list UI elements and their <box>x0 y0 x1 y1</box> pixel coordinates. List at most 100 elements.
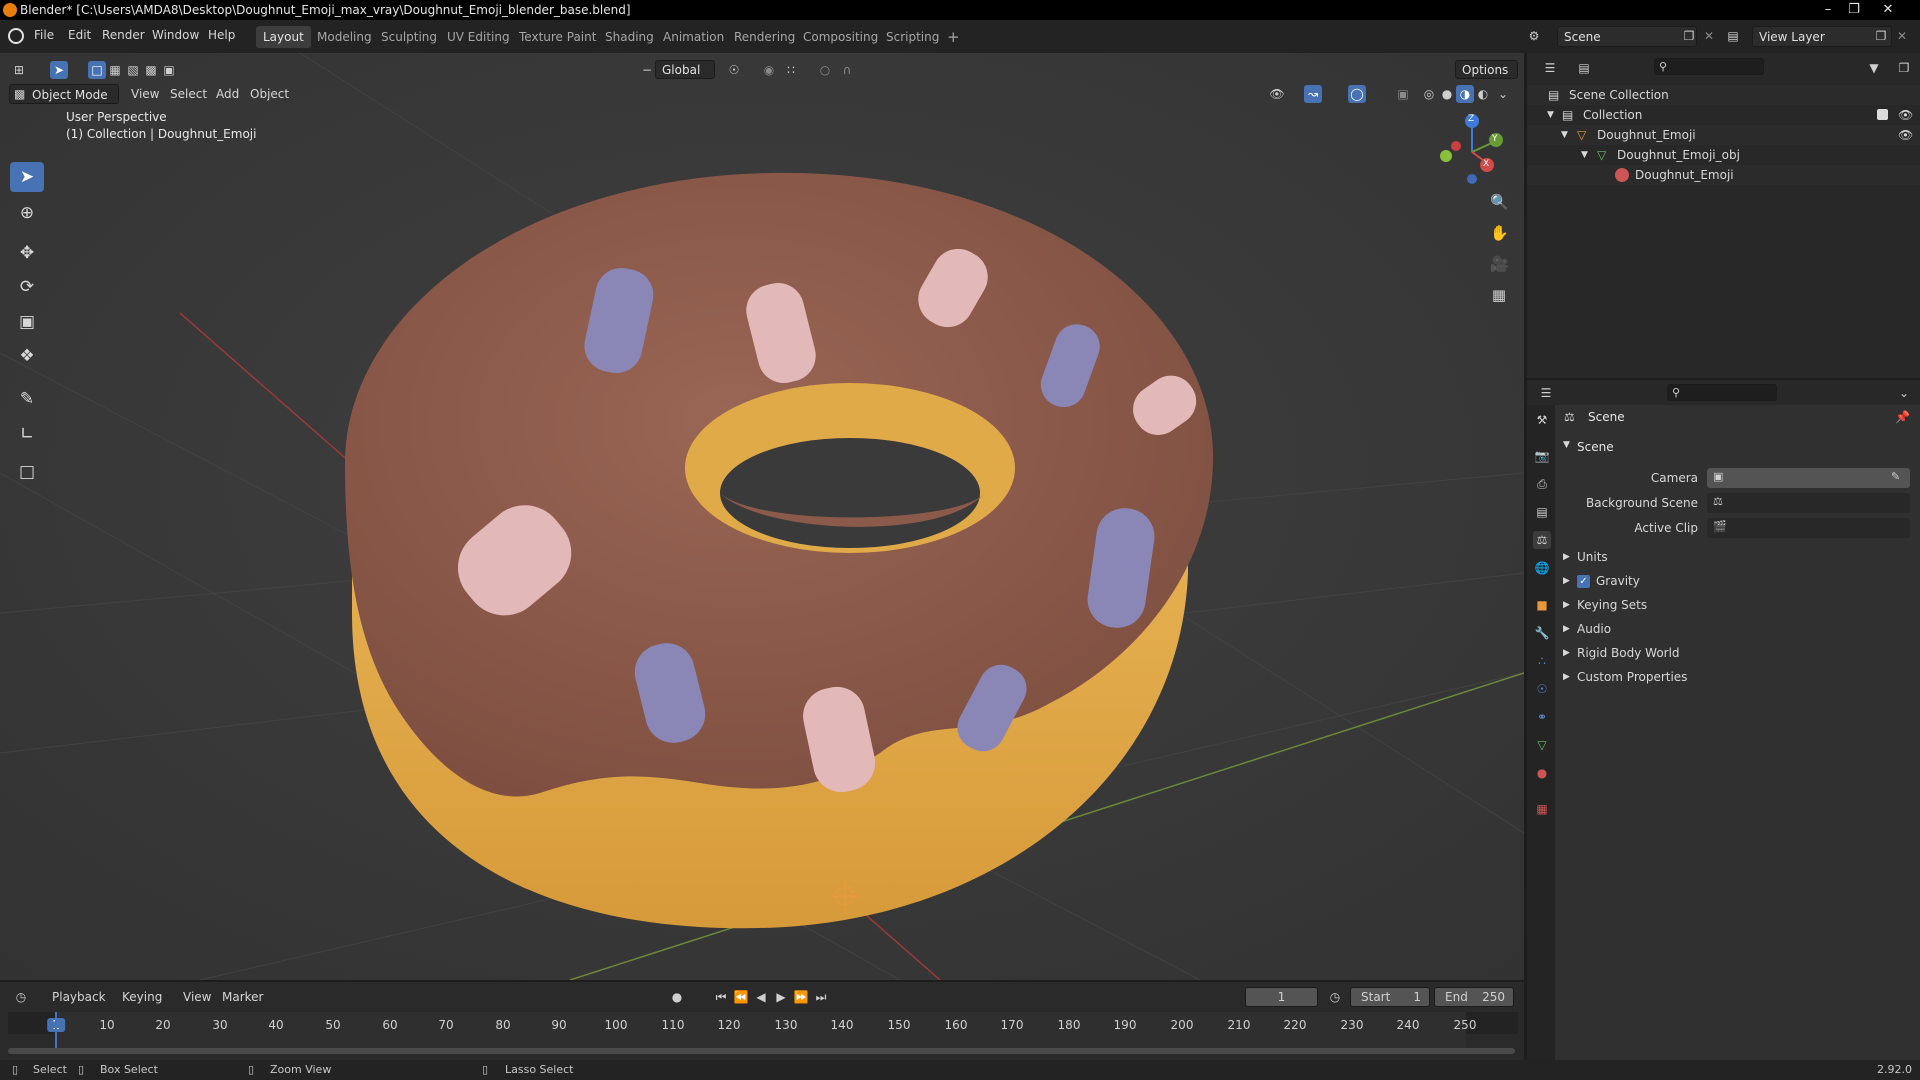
eyedropper-icon[interactable]: ✎ <box>1891 470 1900 483</box>
3d-viewport[interactable]: ⊞ ➤ □ ▦ ▧ ▩ ▣ − Global ☉ ◉ ∷ ○ ∩ Options… <box>0 53 1524 980</box>
playhead[interactable] <box>55 1012 57 1048</box>
select-subtract-icon[interactable]: ▧ <box>124 61 142 79</box>
jump-start-icon[interactable]: ⏮ <box>712 988 730 1006</box>
select-new-icon[interactable]: □ <box>88 61 106 79</box>
tab-animation[interactable]: Animation <box>656 26 731 48</box>
filter-icon[interactable]: ▼ <box>1865 59 1883 77</box>
outliner-search-input[interactable]: ⚲ <box>1654 58 1764 75</box>
particles-tab-icon[interactable]: ∴ <box>1533 652 1551 670</box>
camera-view-icon[interactable]: 🎥 <box>1490 255 1509 273</box>
scale-tool[interactable]: ▣ <box>10 307 44 337</box>
play-icon[interactable]: ▶ <box>772 988 790 1006</box>
move-tool[interactable]: ✥ <box>10 238 44 268</box>
outliner-row-mesh[interactable]: ▼ ▽ Doughnut_Emoji_obj <box>1527 145 1920 165</box>
start-frame-field[interactable]: Start 1 <box>1350 987 1430 1007</box>
viewport-menu-view[interactable]: View <box>131 87 159 101</box>
current-frame-field[interactable]: 1 <box>1245 987 1318 1007</box>
outliner-row-object[interactable]: ▼ ▽ Doughnut_Emoji 👁 <box>1527 125 1920 145</box>
new-scene-icon[interactable]: ❐ <box>1680 27 1698 45</box>
navigation-gizmo[interactable]: Z Y X <box>1432 108 1510 188</box>
tool-tab-icon[interactable]: ⚒ <box>1533 411 1551 429</box>
pivot-point-icon[interactable]: ☉ <box>725 61 743 79</box>
maximize-button[interactable]: ❐ <box>1841 0 1867 20</box>
measure-tool[interactable]: ∟ <box>10 419 44 449</box>
menu-file[interactable]: File <box>34 28 54 42</box>
editor-type-icon[interactable]: ⊞ <box>10 61 28 79</box>
display-mode-icon[interactable]: ▤ <box>1575 59 1593 77</box>
mode-dropdown[interactable]: ▩ Object Mode <box>9 84 119 104</box>
shading-wireframe-icon[interactable]: ◎ <box>1420 85 1438 103</box>
xray-toggle-icon[interactable]: ▣ <box>1394 85 1412 103</box>
menu-render[interactable]: Render <box>102 28 145 42</box>
menu-help[interactable]: Help <box>208 28 235 42</box>
orientation-dropdown[interactable]: Global <box>655 60 715 79</box>
shading-solid-icon[interactable]: ● <box>1438 85 1456 103</box>
panel-audio[interactable]: ▶ Audio <box>1563 622 1913 642</box>
panel-keying-sets[interactable]: ▶ Keying Sets <box>1563 598 1913 618</box>
auto-keying-icon[interactable]: ● <box>668 988 686 1006</box>
transform-orientation-icon[interactable]: − <box>638 61 656 79</box>
viewport-menu-object[interactable]: Object <box>250 87 289 101</box>
shading-options-icon[interactable]: ⌄ <box>1494 85 1512 103</box>
panel-custom-properties[interactable]: ▶ Custom Properties <box>1563 670 1913 690</box>
data-tab-icon[interactable]: ▽ <box>1533 736 1551 754</box>
active-clip-field[interactable]: 🎬 <box>1707 518 1910 538</box>
exclude-checkbox[interactable] <box>1877 109 1888 120</box>
viewport-menu-select[interactable]: Select <box>170 87 207 101</box>
options-dropdown[interactable]: Options <box>1455 60 1518 79</box>
select-tool-mode-icon[interactable]: ➤ <box>50 61 68 79</box>
object-tab-icon[interactable]: ■ <box>1533 596 1551 614</box>
material-tab-icon[interactable]: ● <box>1533 764 1551 782</box>
section-collapse-arrow-icon[interactable]: ▼ <box>1563 440 1570 450</box>
minimize-button[interactable]: – <box>1815 0 1841 20</box>
tab-uv-editing[interactable]: UV Editing <box>440 26 517 48</box>
transform-tool[interactable]: ❖ <box>10 341 44 371</box>
outliner-row-collection[interactable]: ▼ ▤ Collection 👁 <box>1527 105 1920 125</box>
texture-tab-icon[interactable]: ▦ <box>1533 800 1551 818</box>
scene-selector[interactable]: Scene <box>1557 26 1697 47</box>
pin-icon[interactable]: 📌 <box>1895 410 1910 424</box>
properties-options-icon[interactable]: ⌄ <box>1895 384 1913 402</box>
ortho-toggle-icon[interactable]: ▦ <box>1490 286 1508 304</box>
properties-editor-icon[interactable]: ☰ <box>1537 384 1555 402</box>
view-layer-icon[interactable]: ▤ <box>1724 27 1742 45</box>
delete-view-layer-icon[interactable]: ✕ <box>1893 27 1911 45</box>
background-scene-field[interactable]: ⚖ <box>1707 493 1910 513</box>
view-layer-selector[interactable]: View Layer <box>1752 26 1892 47</box>
add-cube-tool[interactable]: □ <box>10 457 44 487</box>
camera-field[interactable]: ▣ ✎ <box>1707 468 1910 488</box>
preview-range-icon[interactable]: ◷ <box>1326 988 1344 1006</box>
visibility-eye-icon[interactable]: 👁 <box>1898 105 1913 125</box>
gizmo-toggle-icon[interactable]: ↝ <box>1304 85 1322 103</box>
select-box-tool[interactable]: ➤ <box>10 162 44 192</box>
add-workspace-button[interactable]: + <box>940 26 967 48</box>
panel-rigid-body-world[interactable]: ▶ Rigid Body World <box>1563 646 1913 666</box>
new-collection-icon[interactable]: ❐ <box>1895 59 1913 77</box>
menu-window[interactable]: Window <box>152 28 199 42</box>
modifier-tab-icon[interactable]: 🔧 <box>1533 624 1551 642</box>
falloff-icon[interactable]: ∩ <box>838 61 856 79</box>
select-intersect-icon[interactable]: ▣ <box>160 61 178 79</box>
menu-edit[interactable]: Edit <box>68 28 91 42</box>
panel-gravity[interactable]: ▶ ✓ Gravity <box>1563 574 1913 594</box>
constraints-tab-icon[interactable]: ⚭ <box>1533 708 1551 726</box>
jump-end-icon[interactable]: ⏭ <box>812 988 830 1006</box>
timeline-menu-keying[interactable]: Keying <box>122 990 162 1004</box>
snap-target-icon[interactable]: ∷ <box>782 61 800 79</box>
outliner-row-scene-collection[interactable]: ▤ Scene Collection <box>1527 85 1920 105</box>
properties-search-input[interactable]: ⚲ <box>1667 384 1777 401</box>
jump-prev-keyframe-icon[interactable]: ⏪ <box>732 988 750 1006</box>
tab-texture-paint[interactable]: Texture Paint <box>512 26 603 48</box>
gravity-checkbox[interactable]: ✓ <box>1577 575 1590 588</box>
snap-icon[interactable]: ◉ <box>760 61 778 79</box>
select-invert-icon[interactable]: ▩ <box>142 61 160 79</box>
tab-rendering[interactable]: Rendering <box>727 26 802 48</box>
scene-section-header[interactable]: Scene <box>1577 440 1614 454</box>
delete-scene-icon[interactable]: ✕ <box>1700 27 1718 45</box>
timeline-menu-marker[interactable]: Marker <box>222 990 263 1004</box>
panel-units[interactable]: ▶ Units <box>1563 550 1913 570</box>
proportional-edit-icon[interactable]: ○ <box>816 61 834 79</box>
rotate-tool[interactable]: ⟳ <box>10 272 44 302</box>
timeline-editor-icon[interactable]: ◷ <box>12 988 30 1006</box>
timeline-menu-playback[interactable]: Playback <box>52 990 106 1004</box>
